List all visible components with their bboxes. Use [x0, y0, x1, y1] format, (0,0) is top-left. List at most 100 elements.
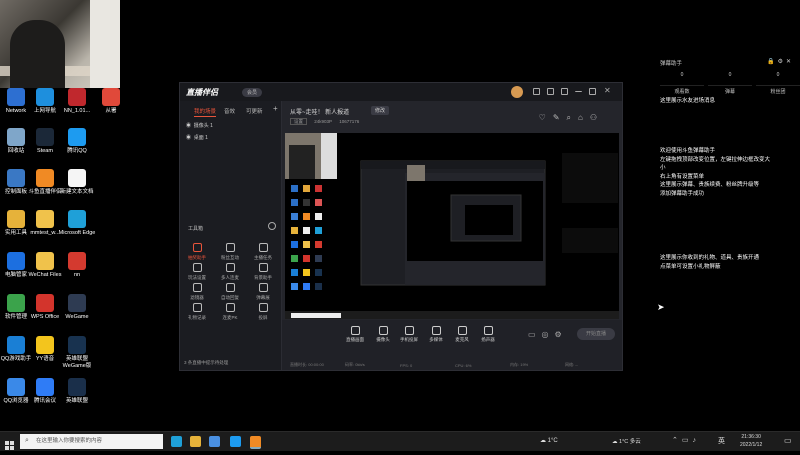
scene-item-camera[interactable]: ◉ 摄像头 1 — [186, 122, 213, 129]
add-scene-icon[interactable]: + — [273, 104, 278, 113]
desktop-icon[interactable]: 从署 — [91, 88, 131, 115]
bottom-button-label: 摄像头 — [376, 337, 390, 342]
bottom-button[interactable]: 多媒体 — [423, 326, 449, 343]
tool-item[interactable]: 礼物记录 — [185, 303, 209, 321]
qq-taskbar-icon[interactable] — [230, 436, 241, 447]
bottom-button[interactable]: 直播画面 — [342, 326, 368, 343]
app-icon — [102, 88, 120, 106]
tool-label: 主播任务 — [254, 255, 272, 260]
tab-update[interactable]: 可更新 — [246, 107, 263, 115]
desktop-icon[interactable]: 英雄联盟 — [57, 378, 97, 405]
extra-control-icons[interactable]: ▭◎⚙ — [528, 330, 568, 339]
tray-icons[interactable]: ⌃▭♪ — [672, 436, 700, 444]
tool-item[interactable]: 多人连麦 — [218, 263, 242, 281]
bottom-button[interactable]: 扬声器 — [475, 326, 501, 343]
room-setting-button[interactable]: 设置 — [290, 118, 307, 125]
vip-badge[interactable]: 会员 — [242, 88, 263, 97]
app-titlebar[interactable]: 直播伴侣 会员 ✕ — [180, 83, 622, 101]
close-icon[interactable]: ✕ — [604, 86, 611, 95]
tool-item[interactable]: 粉丝互动 — [218, 243, 242, 261]
tool-icon — [225, 263, 235, 272]
settings-icon[interactable] — [561, 88, 568, 95]
app-icon — [36, 128, 54, 146]
tool-item[interactable]: 抽奖助手 — [185, 243, 209, 261]
webcam-overlay — [0, 0, 120, 88]
app-icon — [36, 169, 54, 187]
desktop-icon[interactable]: Microsoft Edge — [57, 210, 97, 237]
gift-icon[interactable] — [547, 88, 554, 95]
gift-line: 点菜单可设置小礼物屏蔽 — [660, 264, 721, 270]
notification-icon[interactable]: ▭ — [784, 436, 792, 445]
tool-item[interactable]: 玩法设置 — [185, 263, 209, 281]
desktop-icon[interactable]: 新建文本文档 — [57, 169, 97, 196]
tool-item[interactable]: 滤镜器 — [185, 283, 209, 301]
toolbox-settings-icon[interactable] — [268, 222, 276, 230]
status-item: 内存: 19% — [510, 362, 529, 367]
counter-value: 0 — [680, 72, 684, 78]
chat-icon[interactable] — [533, 88, 540, 95]
minimize-icon[interactable] — [575, 88, 582, 92]
bottom-button[interactable]: 手机投屏 — [396, 326, 422, 343]
tool-label: 滤镜器 — [190, 295, 204, 300]
taskbar-search-input[interactable]: 在这里输入你要搜索的内容 — [20, 434, 163, 449]
language-indicator[interactable]: 英 — [718, 436, 725, 446]
notice-text[interactable]: 3 条直播中提示待处理 — [184, 360, 228, 366]
tool-item[interactable]: 投屏 — [251, 303, 275, 321]
desktop-icon[interactable]: nn — [57, 252, 97, 279]
windows-start-icon[interactable] — [5, 437, 14, 450]
desktop-icon[interactable]: WeGame — [57, 294, 97, 321]
scene-item-desktop[interactable]: ◉ 桌面 1 — [186, 134, 208, 141]
mouse-cursor-icon: ➤ — [657, 302, 665, 312]
tool-item[interactable]: 连麦PK — [218, 303, 242, 321]
barrage-helper-panel[interactable]: 弹幕助手 🔒⚙✕ 0 观看数 0 弹幕 0 粉丝团 这里展示水友进场消息 欢迎使用斗鱼弹幕… — [652, 55, 800, 300]
tool-item[interactable]: 主播任务 — [251, 243, 275, 261]
tool-item[interactable]: 自动回复 — [218, 283, 242, 301]
tool-label: 投屏 — [258, 315, 268, 320]
tab-sound[interactable]: 音效 — [224, 107, 235, 115]
tool-icon — [258, 263, 268, 272]
edge-taskbar-icon[interactable] — [171, 436, 182, 447]
bottom-button-icon — [378, 326, 388, 335]
user-avatar[interactable] — [511, 86, 523, 98]
bottom-button[interactable]: 麦克风 — [449, 326, 475, 343]
room-tool-icons[interactable]: ♡✎⌕⌂⚇ — [539, 113, 604, 123]
counter-value: 0 — [776, 72, 780, 78]
explorer-taskbar-icon[interactable] — [190, 436, 201, 447]
desktop-icon[interactable]: 腾讯QQ — [57, 128, 97, 155]
toolbox-label: 工具箱 — [188, 226, 204, 232]
room-title[interactable]: 从零~走哇！ 新人报道 — [290, 107, 349, 116]
panel-controls[interactable]: 🔒⚙✕ — [767, 58, 794, 65]
bottom-button-label: 多媒体 — [429, 337, 443, 342]
maximize-icon[interactable] — [589, 88, 596, 95]
tool-item[interactable]: 弹幕展 — [251, 283, 275, 301]
stream-preview[interactable] — [285, 133, 619, 319]
store-taskbar-icon[interactable] — [209, 436, 220, 447]
desktop-icon-label: 新建文本文档 — [60, 189, 94, 195]
edit-title-button[interactable]: 修改 — [371, 106, 390, 115]
desktop-icon[interactable]: 英雄联盟WeGame版 — [57, 336, 97, 370]
welcome-line: 小 — [660, 165, 666, 171]
eye-icon[interactable]: ◉ — [186, 135, 191, 141]
viewer-enter-message: 这里展示水友进场消息 — [660, 98, 716, 104]
tool-label: 多人连麦 — [221, 275, 239, 280]
counter-item: 0 粉丝团 — [756, 71, 800, 96]
tool-label: 玩法设置 — [188, 275, 206, 280]
tool-item[interactable]: 背景助手 — [251, 263, 275, 281]
status-item: 直播时长: 00:00:00 — [290, 362, 324, 367]
app-icon — [68, 294, 86, 312]
tool-label: 连麦PK — [222, 315, 238, 320]
douyu-taskbar-icon[interactable] — [250, 436, 261, 449]
app-icon — [68, 336, 86, 354]
desktop-icon-label: 从署 — [105, 108, 117, 114]
tab-my-scenes[interactable]: 我的场景 — [194, 107, 217, 117]
room-id: 10677176 — [339, 119, 360, 124]
bottom-button[interactable]: 摄像头 — [370, 326, 396, 343]
eye-icon[interactable]: ◉ — [186, 123, 191, 129]
taskbar: 在这里输入你要搜索的内容 ⌕ ☁ 1°C ☁ 1°C 多云 ⌃▭♪ 英 21:3… — [0, 431, 800, 451]
weather-widget[interactable]: ☁ 1°C — [540, 437, 558, 444]
streaming-app-window[interactable]: 直播伴侣 会员 ✕ 我的场景 音效 可更新 + ◉ 摄像头 1 ◉ 桌面 1 工… — [179, 82, 623, 371]
clock[interactable]: 21:36:30 2022/1/12 — [740, 433, 762, 449]
weather-tray[interactable]: ☁ 1°C 多云 — [612, 437, 641, 445]
app-icon — [7, 210, 25, 228]
start-stream-button[interactable]: 开始直播 — [577, 328, 615, 340]
